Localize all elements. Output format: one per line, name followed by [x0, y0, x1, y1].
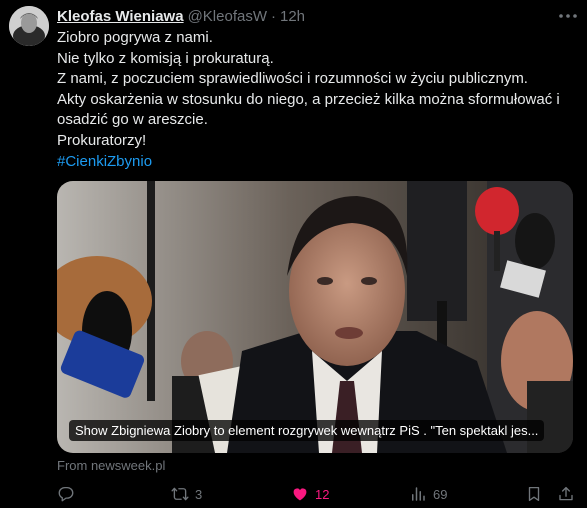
card-caption: Show Zbigniewa Ziobry to element rozgryw…: [69, 420, 545, 441]
tweet-header: Kleofas Wieniawa @KleofasW · 12h: [57, 6, 305, 26]
hashtag-link[interactable]: #CienkiZbynio: [57, 152, 577, 173]
views-button[interactable]: 69: [409, 484, 447, 504]
like-icon: [293, 488, 307, 501]
more-icon[interactable]: [557, 8, 579, 24]
card-source: From newsweek.pl: [57, 458, 165, 473]
card-source-link[interactable]: From newsweek.pl: [57, 458, 165, 473]
author-handle[interactable]: @KleofasW: [188, 8, 267, 25]
author-avatar[interactable]: [9, 6, 49, 46]
tweet-line: Akty oskarżenia w stosunku do niego, a p…: [57, 90, 560, 108]
link-preview-card[interactable]: Show Zbigniewa Ziobry to element rozgryw…: [57, 181, 573, 453]
reply-icon: [58, 486, 74, 502]
tweet-line: osadzić go w areszcie.: [57, 111, 208, 129]
tweet-line: Ziobro pogrywa z nami.: [57, 29, 213, 46]
tweet-text: Ziobro pogrywa z nami. Nie tylko z komis…: [57, 28, 577, 172]
like-button[interactable]: 12: [291, 484, 329, 504]
views-icon: [412, 487, 425, 501]
card-photo: [57, 181, 573, 453]
tweet-line: Nie tylko z komisją i prokuraturą.: [57, 49, 274, 67]
retweet-button[interactable]: 3: [171, 484, 202, 504]
tweet-timestamp[interactable]: 12h: [280, 8, 305, 25]
like-count: 12: [315, 486, 330, 502]
share-icon: [559, 486, 573, 501]
retweet-icon: [171, 487, 189, 501]
reply-button[interactable]: [57, 484, 81, 504]
tweet-actions: 3 12 69: [57, 484, 577, 504]
views-count: 69: [433, 486, 448, 502]
tweet-line: Prokuratorzy!: [57, 131, 147, 149]
retweet-count: 3: [195, 486, 203, 502]
bookmark-icon: [528, 486, 540, 502]
share-button[interactable]: [557, 484, 575, 504]
avatar-photo: [9, 6, 49, 46]
tweet-line: Z nami, z poczuciem sprawiedliwości i ro…: [57, 70, 528, 88]
header-separator: ·: [271, 7, 276, 25]
author-name[interactable]: Kleofas Wieniawa: [57, 8, 184, 25]
bookmark-button[interactable]: [525, 484, 543, 504]
